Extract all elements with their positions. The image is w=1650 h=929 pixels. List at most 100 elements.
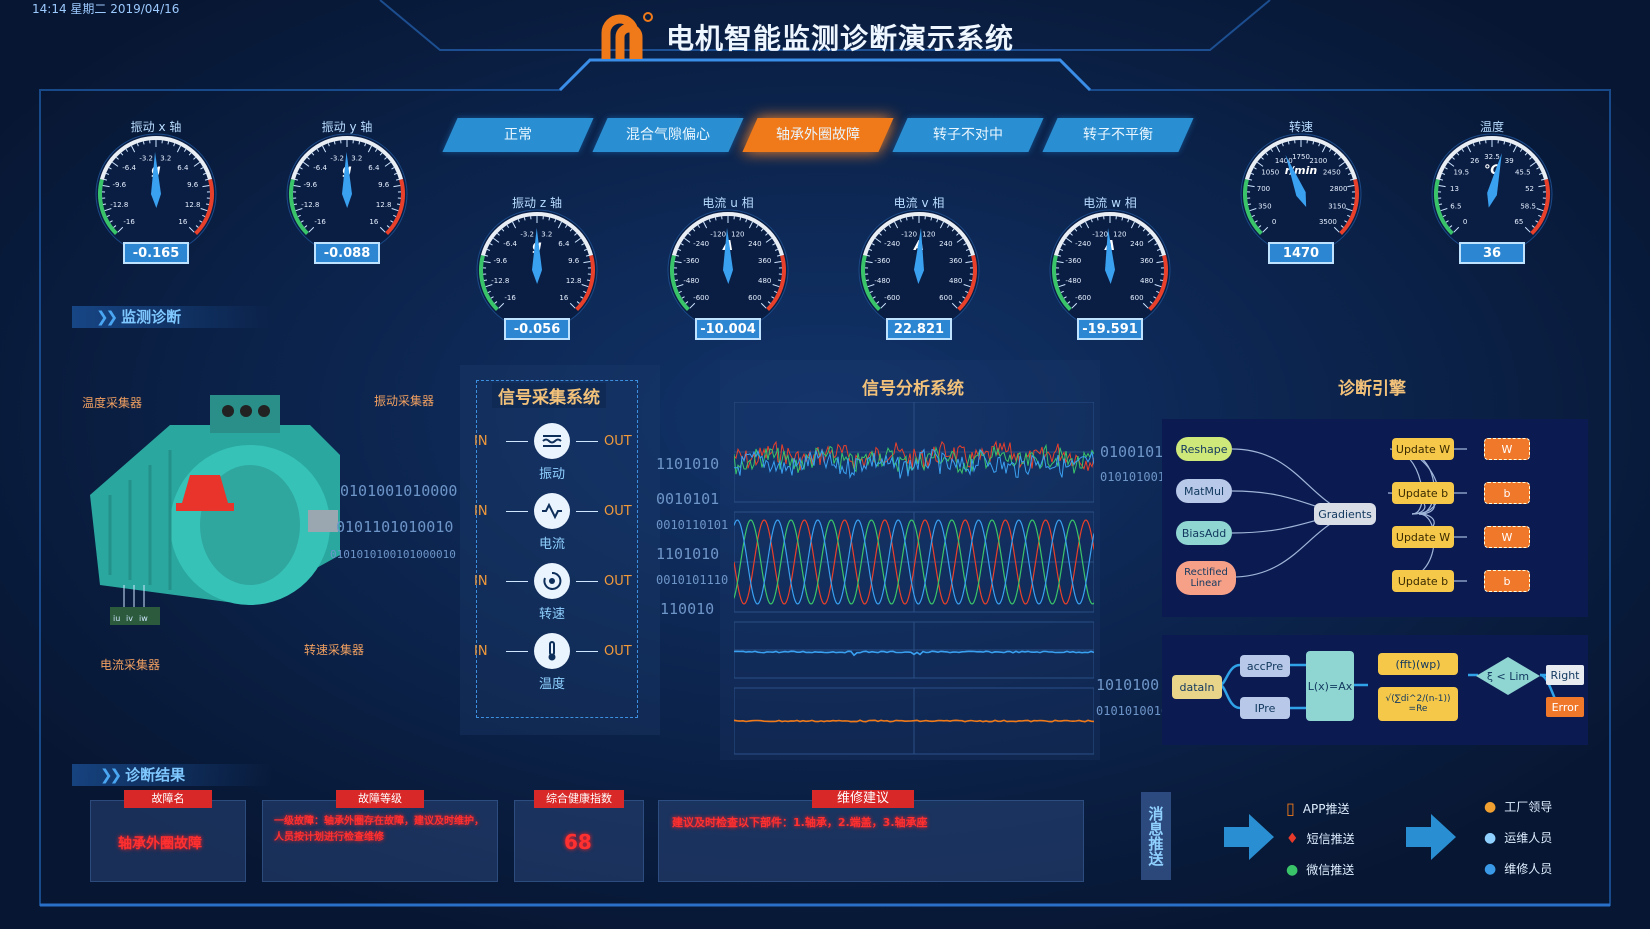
signal-row-temperature: IN OUT (474, 633, 632, 669)
update-node: Update b (1392, 570, 1454, 592)
svg-text:-120: -120 (1092, 230, 1108, 238)
person-icon: ● (1484, 860, 1497, 877)
update-node: Update W (1392, 526, 1454, 548)
logo-icon (601, 12, 653, 59)
results-section-header: ❯❯ 诊断结果 (72, 764, 272, 786)
svg-text:3500: 3500 (1319, 218, 1337, 226)
signal-waveforms (734, 402, 1094, 755)
svg-text:-12.8: -12.8 (301, 201, 319, 209)
vibration-icon (534, 423, 570, 459)
svg-text:-6.4: -6.4 (313, 164, 327, 172)
svg-text:-600: -600 (693, 294, 709, 302)
push-channel-sms[interactable]: ♦ 短信推送 (1286, 830, 1355, 847)
svg-text:3.2: 3.2 (541, 230, 552, 238)
node-right: Right (1546, 665, 1584, 685)
svg-text:-480: -480 (683, 277, 699, 285)
binary-stream: 0101010100101000010 (330, 548, 456, 561)
tab-bearing-outer-fault[interactable]: 轴承外圈故障 (742, 118, 894, 152)
node-fft: (fft)(wp) (1378, 653, 1458, 675)
svg-text:480: 480 (949, 277, 962, 285)
channel-label: 微信推送 (1306, 863, 1355, 877)
channel-label: 短信推送 (1306, 832, 1355, 846)
svg-text:-16: -16 (123, 218, 135, 226)
binary-stream: 0010101 (656, 490, 720, 508)
label-current-collector: 电流采集器 (100, 658, 161, 672)
svg-text:0: 0 (1272, 218, 1276, 226)
svg-text:16: 16 (178, 218, 187, 226)
push-channel-wechat[interactable]: ● 微信推送 (1286, 861, 1354, 878)
svg-text:-360: -360 (683, 257, 699, 265)
health-index-value: 68 (564, 830, 592, 854)
tab-rotor-misalignment[interactable]: 转子不对中 (892, 118, 1044, 152)
svg-text:9.6: 9.6 (568, 257, 580, 265)
recipient-label: 维修人员 (1504, 862, 1553, 876)
node-rms: √(∑di^2/(n-1)) =Re (1378, 687, 1458, 721)
binary-stream: 1101010 (656, 455, 720, 473)
monitor-section-header: ❯❯ 监测诊断 (72, 306, 272, 328)
svg-text:360: 360 (758, 257, 771, 265)
double-chevron-icon: ❯❯ (96, 307, 118, 326)
svg-text:-480: -480 (1065, 277, 1081, 285)
binary-stream: 0101001010000 (340, 482, 458, 500)
fault-mode-tabs: 正常 混合气隙偏心 轴承外圈故障 转子不对中 转子不平衡 (442, 118, 1194, 152)
fault-name-value: 轴承外圈故障 (118, 836, 202, 852)
binary-stream: 1010100 (1096, 676, 1160, 694)
svg-text:600: 600 (939, 294, 952, 302)
phase-label-w: iw (139, 614, 148, 623)
svg-text:600: 600 (1130, 294, 1143, 302)
thermometer-icon (534, 633, 570, 669)
acquisition-title: 信号采集系统 (492, 383, 606, 408)
output-node: W (1484, 438, 1530, 460)
signal-label: 电流 (538, 537, 565, 552)
tab-normal[interactable]: 正常 (442, 118, 594, 152)
gauge-value: 1470 (1268, 242, 1334, 264)
tab-rotor-imbalance[interactable]: 转子不平衡 (1042, 118, 1194, 152)
svg-text:240: 240 (939, 240, 952, 248)
out-label: OUT (604, 503, 632, 519)
svg-text:6.4: 6.4 (558, 240, 570, 248)
tab-mixed-eccentricity[interactable]: 混合气隙偏心 (592, 118, 744, 152)
svg-text:9.6: 9.6 (187, 181, 199, 189)
datetime: 14:14 星期二 2019/04/16 (32, 2, 180, 16)
svg-text:600: 600 (748, 294, 761, 302)
svg-text:39: 39 (1505, 157, 1514, 165)
svg-text:-600: -600 (884, 294, 900, 302)
gauge-value: -0.056 (504, 318, 570, 340)
out-label: OUT (604, 573, 632, 589)
engine-graph-1: Reshape MatMul BiasAdd Rectified Linear … (1162, 419, 1588, 617)
svg-text:12.8: 12.8 (185, 201, 201, 209)
svg-text:58.5: 58.5 (1520, 203, 1536, 211)
svg-text:240: 240 (748, 240, 761, 248)
channel-label: APP推送 (1302, 802, 1350, 816)
bell-icon: ♦ (1286, 830, 1299, 847)
svg-text:3.2: 3.2 (351, 154, 362, 162)
push-channel-app[interactable]: ▯ APP推送 (1286, 799, 1350, 818)
recipient-label: 工厂领导 (1504, 800, 1553, 814)
section-title: 监测诊断 (121, 308, 182, 326)
gauge-value: -0.165 (123, 242, 189, 264)
svg-text:16: 16 (559, 294, 568, 302)
svg-text:-360: -360 (1065, 257, 1081, 265)
svg-text:-240: -240 (693, 240, 709, 248)
double-chevron-icon: ❯❯ (100, 765, 122, 784)
svg-text:-16: -16 (504, 294, 516, 302)
binary-stream: 0010101110 (656, 573, 729, 587)
signal-row-current: IN OUT (474, 493, 632, 529)
gauge-vib-y: 振动 y 轴 -16 -12.8 -9.6 -6.4 -3.2 3.2 6.4 9.6 12.8… (277, 118, 417, 268)
update-node: Update W (1392, 438, 1454, 460)
svg-text:1050: 1050 (1261, 169, 1279, 177)
svg-text:480: 480 (1140, 277, 1153, 285)
phase-label-u: iu (113, 614, 121, 623)
header: 电机智能监测诊断演示系统 (600, 6, 1014, 68)
svg-text:2450: 2450 (1323, 169, 1341, 177)
svg-text:1750: 1750 (1292, 153, 1310, 161)
svg-text:6.5: 6.5 (1450, 203, 1461, 211)
result-tag: 综合健康指数 (534, 790, 624, 808)
svg-text:360: 360 (949, 257, 962, 265)
svg-text:-9.6: -9.6 (112, 181, 126, 189)
person-icon: ● (1484, 829, 1497, 846)
recipient-ops-staff: ● 运维人员 (1484, 829, 1552, 846)
svg-text:-3.2: -3.2 (330, 154, 344, 162)
binary-stream: 0101010010 (1096, 704, 1169, 718)
signal-label: 温度 (538, 677, 565, 692)
